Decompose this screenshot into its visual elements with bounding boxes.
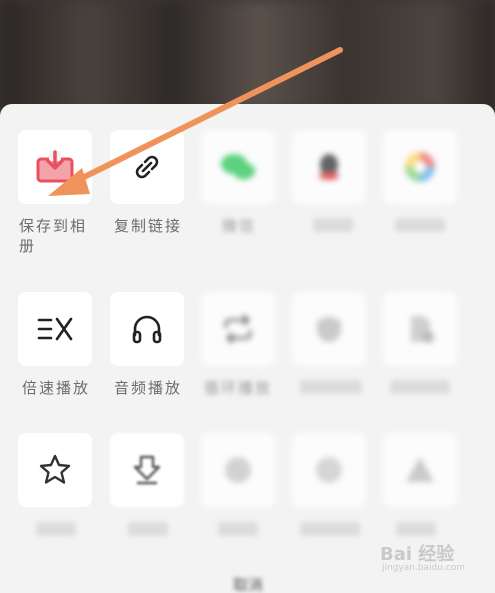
- warning-icon: [406, 457, 434, 482]
- feature-button-5[interactable]: [383, 292, 457, 366]
- feature-button-8[interactable]: [201, 433, 275, 507]
- audio-playback-label: 音频播放: [114, 379, 183, 397]
- feature-button-10[interactable]: [383, 433, 457, 507]
- share-wechat-button[interactable]: [201, 130, 275, 204]
- save-to-album-button[interactable]: [18, 130, 92, 204]
- speed-ex-icon: [37, 317, 73, 341]
- feature-5-label: [390, 380, 450, 394]
- circle-icon: [316, 457, 342, 483]
- download-label: [128, 522, 168, 536]
- download-icon: [133, 455, 161, 485]
- save-to-album-label: 保存到相册: [19, 217, 88, 255]
- circle-icon: [225, 457, 251, 483]
- wechat-icon: [221, 154, 255, 180]
- feature-4-label: [300, 380, 362, 394]
- shield-icon: [317, 316, 341, 342]
- favorite-label: [36, 522, 76, 536]
- speed-playback-button[interactable]: [18, 292, 92, 366]
- share-qq-button[interactable]: [292, 130, 366, 204]
- feature-10-label: [396, 522, 436, 536]
- wechat-label: 微信: [222, 217, 257, 235]
- moments-label: [395, 218, 445, 232]
- qq-label: [313, 218, 353, 232]
- copy-link-button[interactable]: [110, 130, 184, 204]
- feature-button-9[interactable]: [292, 433, 366, 507]
- feature-8-label: [218, 522, 258, 536]
- headphones-icon: [132, 315, 162, 344]
- download-button[interactable]: [110, 433, 184, 507]
- favorite-button[interactable]: [18, 433, 92, 507]
- audio-playback-button[interactable]: [110, 292, 184, 366]
- document-icon: [411, 316, 434, 343]
- watermark-url: jingyan.baidu.com: [382, 563, 466, 573]
- baidu-jingyan-watermark: Bai 经验 jingyan.baidu.com: [380, 540, 490, 580]
- loop-playback-button[interactable]: [201, 292, 275, 366]
- feature-button-4[interactable]: [292, 292, 366, 366]
- moments-icon: [405, 152, 435, 182]
- share-moments-button[interactable]: [383, 130, 457, 204]
- loop-playback-label: 循环播放: [204, 379, 273, 397]
- copy-link-label: 复制链接: [114, 217, 183, 235]
- loop-icon: [224, 314, 252, 344]
- feature-9-label: [300, 522, 360, 536]
- cancel-button[interactable]: 取消: [218, 574, 278, 593]
- download-to-album-icon: [36, 150, 74, 183]
- speed-playback-label: 倍速播放: [22, 379, 91, 397]
- video-background: [0, 0, 495, 110]
- link-icon: [135, 155, 159, 179]
- qq-icon: [319, 154, 339, 180]
- star-icon: [39, 454, 71, 484]
